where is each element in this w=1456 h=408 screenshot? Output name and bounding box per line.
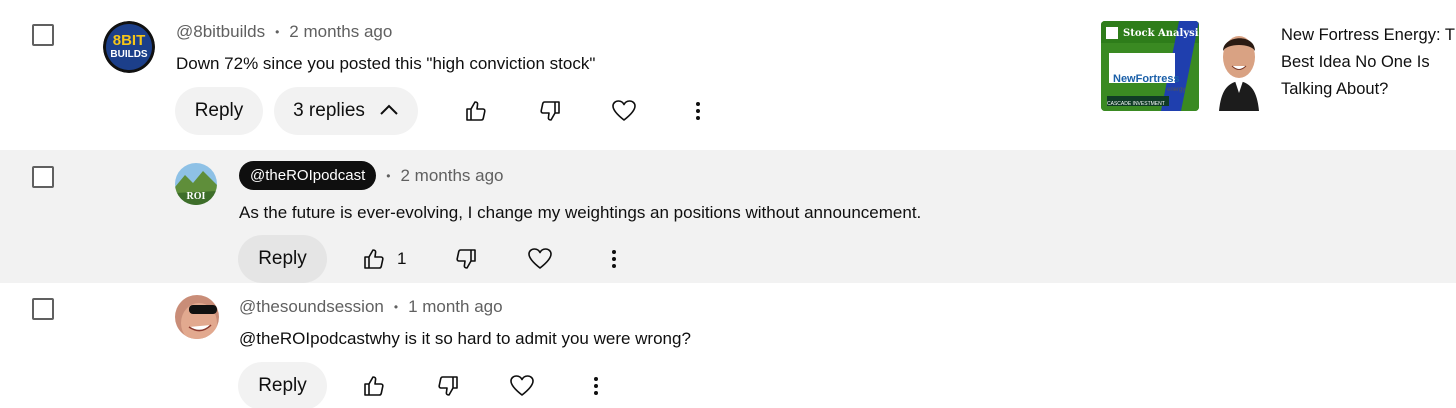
more-vert-icon [594,377,598,395]
dislike-button[interactable] [446,239,486,279]
thumb-up-icon [364,376,384,396]
author-name[interactable]: @8bitbuilds [176,22,265,42]
like-button[interactable] [354,366,394,406]
thumbnail-label: Stock Analysis [1123,28,1199,39]
heart-button[interactable] [604,91,644,131]
thumb-up-icon [364,249,384,269]
timestamp[interactable]: 1 month ago [408,297,503,317]
more-vert-icon [612,250,616,268]
comment-text: Down 72% since you posted this "high con… [176,54,596,73]
select-checkbox[interactable] [32,166,54,188]
author-name[interactable]: @thesoundsession [239,297,384,317]
avatar[interactable]: ROI [175,163,217,205]
separator-dot: • [393,300,399,314]
reply-row-highlighted: ROI @theROIpodcast • 2 months ago As the… [0,150,1456,283]
replies-toggle-button[interactable]: 3 replies [274,87,418,135]
heart-icon [528,248,552,269]
svg-text:8BIT: 8BIT [113,32,146,49]
thumbnail-brand: NewFortress [1113,73,1180,85]
heart-button[interactable] [502,366,542,406]
svg-text:BUILDS: BUILDS [110,49,148,60]
thumb-down-icon [438,376,458,396]
separator-dot: • [275,25,280,39]
channel-owner-badge[interactable]: @theROIpodcast [239,161,377,190]
comment-text: @theROIpodcastwhy is it so hard to admit… [239,329,691,348]
more-vert-icon [696,102,700,120]
avatar[interactable] [175,295,219,339]
reply-button[interactable]: Reply [175,87,263,135]
more-options-button[interactable] [594,239,634,279]
like-button[interactable] [354,239,394,279]
reply-row: @thesoundsession • 1 month ago @theROIpo… [0,283,1456,408]
reply-button[interactable]: Reply [238,235,327,283]
svg-text:ROI: ROI [187,191,206,202]
more-options-button[interactable] [576,366,616,406]
heart-icon [612,100,636,121]
comment-meta: @thesoundsession • 1 month ago [239,297,503,317]
video-title[interactable]: New Fortress Energy: The Best Idea No On… [1281,22,1456,103]
thumb-down-icon [456,249,476,269]
replies-label: 3 replies [293,100,365,121]
comment-text: As the future is ever-evolving, I change… [239,203,922,222]
dislike-button[interactable] [428,366,468,406]
reply-label: Reply [194,100,244,121]
comment-meta: @8bitbuilds • 2 months ago [176,22,392,42]
video-thumbnail[interactable]: Stock Analysis NewFortress energy CASCAD… [1101,21,1199,111]
timestamp[interactable]: 2 months ago [289,22,392,42]
reply-label: Reply [258,375,307,396]
like-button[interactable] [456,91,496,131]
comment-meta: @theROIpodcast • 2 months ago [239,161,504,190]
timestamp[interactable]: 2 months ago [401,166,504,186]
dislike-button[interactable] [530,91,570,131]
thumbnail-footer: CASCADE INVESTMENT [1107,101,1165,107]
reply-label: Reply [258,248,307,269]
separator-dot: • [386,168,391,183]
avatar[interactable]: 8BIT BUILDS [103,21,155,73]
more-options-button[interactable] [678,91,718,131]
heart-icon [510,375,534,396]
thumbnail-brand-sub: energy [1167,87,1186,93]
heart-button[interactable] [520,239,560,279]
presenter-image [1205,21,1273,111]
select-checkbox[interactable] [32,24,54,46]
select-checkbox[interactable] [32,298,54,320]
thumb-down-icon [540,101,560,121]
like-count: 1 [397,249,407,268]
thumb-up-icon [466,101,486,121]
reply-button[interactable]: Reply [238,362,327,408]
chevron-up-icon [379,100,399,122]
